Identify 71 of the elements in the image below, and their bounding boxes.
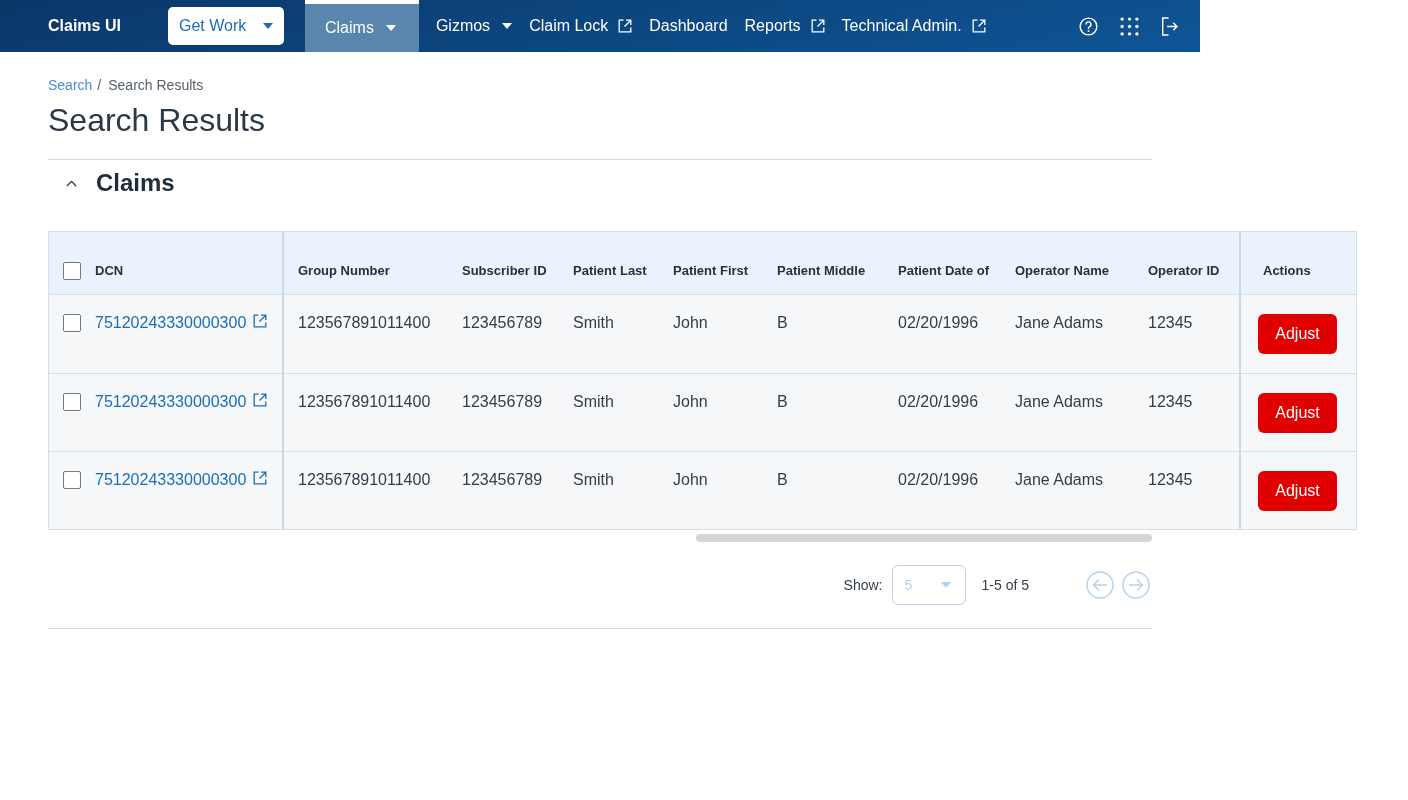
external-link-icon <box>810 19 825 33</box>
external-link-icon <box>971 19 986 33</box>
horizontal-scrollbar[interactable] <box>696 534 1152 542</box>
adjust-button[interactable]: Adjust <box>1258 471 1337 511</box>
table-cell: 123567891011400 <box>284 295 448 373</box>
caret-down-icon <box>940 582 951 588</box>
column-header: Patient Last <box>559 232 659 295</box>
caret-down-icon <box>263 23 273 29</box>
column-header: Patient First <box>659 232 763 295</box>
column-header: Subscriber ID <box>448 232 559 295</box>
row-checkbox[interactable] <box>63 471 81 489</box>
nav-external-link[interactable]: Reports <box>744 0 825 52</box>
table-cell: 123567891011400 <box>284 451 448 529</box>
section-title: Claims <box>96 168 175 198</box>
column-header: Actions <box>1239 232 1356 295</box>
table-cell: B <box>763 451 884 529</box>
table-cell: 123456789 <box>448 373 559 451</box>
external-link-icon <box>618 19 633 33</box>
help-icon[interactable] <box>1079 16 1098 36</box>
table-cell: Jane Adams <box>1001 373 1134 451</box>
row-checkbox[interactable] <box>63 314 81 332</box>
column-header: Group Number <box>284 232 448 295</box>
table-cell: Smith <box>559 451 659 529</box>
column-header: Operator Name <box>1001 232 1134 295</box>
select-all-checkbox[interactable] <box>63 262 81 280</box>
chevron-up-icon[interactable] <box>66 179 77 187</box>
column-header: Patient Date of <box>884 232 1001 295</box>
breadcrumb-link[interactable]: Search <box>48 76 93 94</box>
page-title: Search Results <box>48 101 266 140</box>
nav-dropdown[interactable]: Gizmos <box>435 0 513 52</box>
external-link-icon <box>253 314 268 328</box>
external-link-icon <box>253 393 268 407</box>
breadcrumb-separator: / <box>97 76 102 94</box>
table-cell: 123456789 <box>448 451 559 529</box>
nav-dropdown[interactable]: Claims <box>305 0 419 52</box>
column-header: DCN <box>95 262 124 280</box>
caret-down-icon <box>385 25 396 31</box>
caret-down-icon <box>502 23 513 29</box>
table-cell: John <box>659 373 763 451</box>
nav-external-link[interactable]: Technical Admin. <box>841 0 986 52</box>
table-cell: Smith <box>559 295 659 373</box>
app-title: Claims UI <box>48 16 122 36</box>
breadcrumb-current: Search Results <box>108 76 204 94</box>
table-cell: Smith <box>559 373 659 451</box>
table-cell: 123567891011400 <box>284 373 448 451</box>
external-link-icon <box>253 471 268 485</box>
nav-link[interactable]: Dashboard <box>649 0 728 52</box>
table-cell: Jane Adams <box>1001 295 1134 373</box>
app-grid-icon[interactable] <box>1120 16 1139 36</box>
table-cell: 02/20/1996 <box>884 373 1001 451</box>
table-cell: B <box>763 373 884 451</box>
table-cell: Jane Adams <box>1001 451 1134 529</box>
table-cell: 12345 <box>1134 451 1239 529</box>
table-cell: John <box>659 451 763 529</box>
adjust-button[interactable]: Adjust <box>1258 314 1337 354</box>
show-label: Show: <box>843 577 883 593</box>
adjust-button[interactable]: Adjust <box>1258 393 1337 433</box>
nav-external-link[interactable]: Claim Lock <box>529 0 633 52</box>
page-range: 1-5 of 5 <box>981 577 1029 593</box>
table-cell: 02/20/1996 <box>884 451 1001 529</box>
table-cell: 12345 <box>1134 295 1239 373</box>
table-cell: 02/20/1996 <box>884 295 1001 373</box>
column-header: Patient Middle <box>763 232 884 295</box>
table-cell: 12345 <box>1134 373 1239 451</box>
table-cell: B <box>763 295 884 373</box>
table-cell: 123456789 <box>448 295 559 373</box>
column-header: Operator ID <box>1134 232 1239 295</box>
row-checkbox[interactable] <box>63 393 81 411</box>
logout-icon[interactable] <box>1161 16 1178 36</box>
get-work-button[interactable]: Get Work <box>168 7 284 45</box>
table-cell: John <box>659 295 763 373</box>
